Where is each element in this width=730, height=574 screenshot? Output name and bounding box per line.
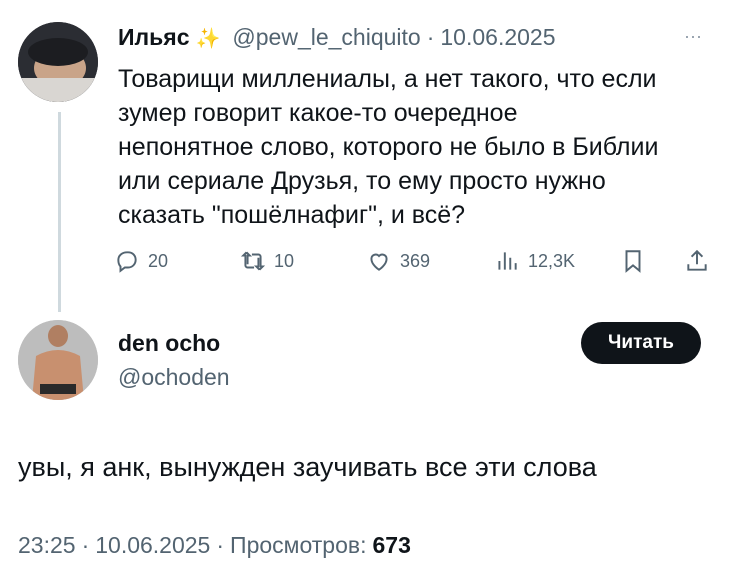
reply-icon (117, 251, 137, 273)
reply-text: увы, я анк, вынужден заучивать все эти с… (18, 452, 597, 482)
more-icon[interactable]: ··· (684, 26, 702, 47)
sparkles-icon: ✨ (195, 28, 221, 50)
tweet-text-line: или сериале Друзья, то ему просто нужно (118, 167, 606, 195)
bookmark-button[interactable] (620, 248, 646, 274)
reply-author-handle[interactable]: @ochoden (118, 364, 230, 391)
like-button[interactable]: 369 (366, 248, 430, 274)
retweet-button[interactable]: 10 (240, 248, 294, 274)
views-icon (498, 252, 517, 270)
share-icon (687, 249, 707, 271)
tweet-text-line: зумер говорит какое-то очередное (118, 99, 518, 127)
tweet-text-line: сказать "пошёлнафиг", и всё? (118, 201, 466, 229)
reply-time[interactable]: 23:25 (18, 532, 76, 559)
tweet-text-line: непонятное слово, которого не было в Биб… (118, 133, 659, 161)
like-count: 369 (400, 250, 431, 271)
bookmark-icon (625, 250, 641, 273)
views-label: Просмотров: (230, 532, 367, 558)
like-icon (370, 253, 388, 271)
reply-views-count: 673 (372, 532, 411, 558)
author-handle[interactable]: @pew_le_chiquito (232, 24, 420, 51)
avatar-photo (18, 22, 98, 102)
tweet-date[interactable]: 10.06.2025 (440, 24, 555, 51)
retweet-count: 10 (274, 250, 295, 271)
footer-separator: · (216, 532, 225, 558)
reply-count: 20 (148, 250, 169, 271)
reply-avatar-photo (18, 320, 98, 400)
share-button[interactable] (684, 248, 710, 274)
follow-button[interactable]: Читать (581, 322, 701, 364)
reply-avatar[interactable] (18, 320, 98, 400)
retweet-icon (240, 251, 266, 271)
reply-button[interactable]: 20 (114, 248, 168, 274)
tweet-text: Товарищи миллениалы, а нет такого, что е… (118, 62, 718, 232)
views-button[interactable]: 12,3K (494, 248, 575, 274)
avatar[interactable] (18, 22, 98, 102)
reply-footer: 23:25 · 10.06.2025 · Просмотров: 673 (18, 532, 411, 559)
author-name[interactable]: Ильяс (118, 24, 190, 51)
reply-author-name[interactable]: den ocho (118, 330, 220, 357)
meta-separator: · (426, 24, 435, 50)
thread-connector-line (58, 112, 61, 312)
footer-separator: · (81, 532, 90, 558)
tweet-text-line: Товарищи миллениалы, а нет такого, что е… (118, 65, 657, 93)
reply-date[interactable]: 10.06.2025 (95, 532, 210, 559)
views-count: 12,3K (528, 250, 576, 271)
